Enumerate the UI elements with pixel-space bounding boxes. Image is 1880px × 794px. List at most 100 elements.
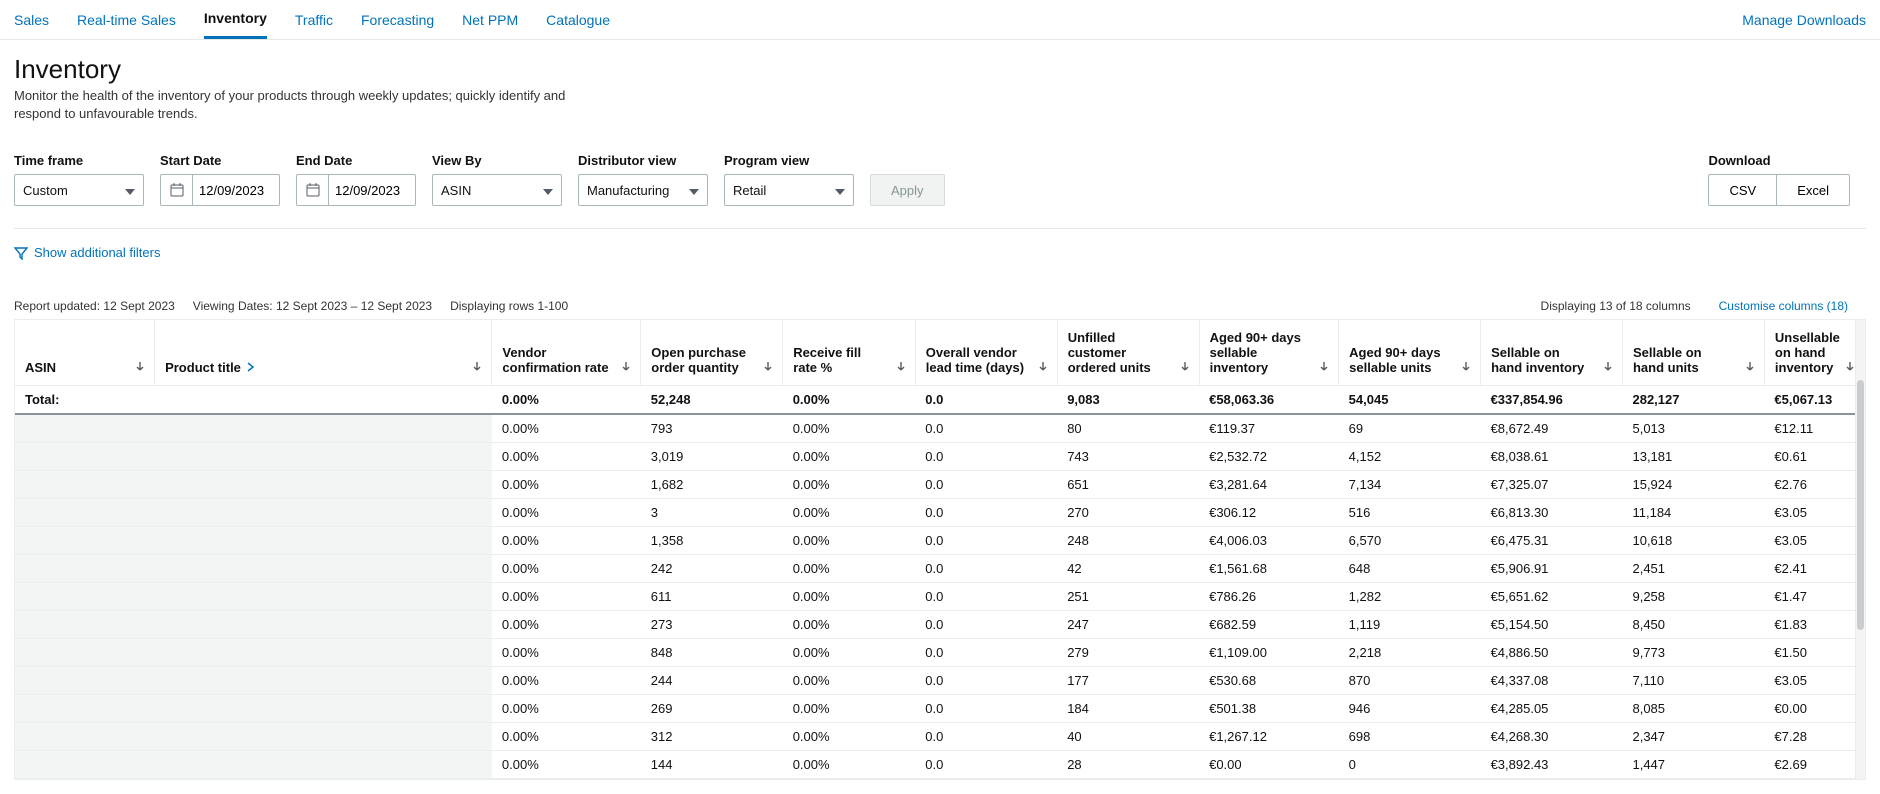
table-row: 0.00%2730.00%0.0247€682.591,119€5,154.50… xyxy=(15,610,1865,638)
vertical-scrollbar[interactable] xyxy=(1855,320,1865,779)
cell-uoh: €1.47 xyxy=(1764,582,1864,610)
sort-icon[interactable] xyxy=(1744,360,1756,375)
caret-down-icon xyxy=(835,183,845,198)
tab-traffic[interactable]: Traffic xyxy=(295,2,333,38)
cell-asin xyxy=(15,414,155,443)
cell-a90u: 4,152 xyxy=(1339,442,1481,470)
col-uoh[interactable]: Unsellable on hand inventory xyxy=(1764,320,1864,386)
cell-soh: €337,854.96 xyxy=(1481,385,1623,414)
cell-sohu: 1,447 xyxy=(1622,750,1764,778)
col-title[interactable]: Product title xyxy=(155,320,492,386)
cell-a90u: 7,134 xyxy=(1339,470,1481,498)
cell-unf: 651 xyxy=(1057,470,1199,498)
tab-inventory[interactable]: Inventory xyxy=(204,0,267,39)
sort-icon[interactable] xyxy=(1460,360,1472,375)
calendar-icon[interactable] xyxy=(161,175,193,205)
cell-ovl: 0.0 xyxy=(915,610,1057,638)
start-date-field[interactable] xyxy=(193,183,273,198)
start-date-input[interactable] xyxy=(160,174,280,206)
viewby-value: ASIN xyxy=(441,183,471,198)
cell-soh: €6,475.31 xyxy=(1481,526,1623,554)
sort-icon[interactable] xyxy=(471,360,483,375)
sort-icon[interactable] xyxy=(1602,360,1614,375)
cell-vcr: 0.00% xyxy=(492,582,641,610)
apply-button[interactable]: Apply xyxy=(870,174,945,206)
cell-unf: 40 xyxy=(1057,722,1199,750)
cell-a90u: 0 xyxy=(1339,750,1481,778)
sort-icon[interactable] xyxy=(895,360,907,375)
sort-icon[interactable] xyxy=(762,360,774,375)
cell-rf: 0.00% xyxy=(783,666,916,694)
sort-icon[interactable] xyxy=(620,360,632,375)
cell-a90u: 870 xyxy=(1339,666,1481,694)
cell-a90i: €0.00 xyxy=(1199,750,1339,778)
cell-open: 3 xyxy=(641,498,783,526)
program-label: Program view xyxy=(724,153,854,168)
cell-sohu: 15,924 xyxy=(1622,470,1764,498)
table-row: 0.00%30.00%0.0270€306.12516€6,813.3011,1… xyxy=(15,498,1865,526)
csv-button[interactable]: CSV xyxy=(1708,174,1777,206)
cell-a90i: €3,281.64 xyxy=(1199,470,1339,498)
cell-rf: 0.00% xyxy=(783,750,916,778)
cell-ovl: 0.0 xyxy=(915,385,1057,414)
cell-sohu: 2,451 xyxy=(1622,554,1764,582)
cell-title xyxy=(155,638,492,666)
timeframe-value: Custom xyxy=(23,183,68,198)
tab-real-time-sales[interactable]: Real-time Sales xyxy=(77,2,176,38)
cell-asin xyxy=(15,666,155,694)
end-date-input[interactable] xyxy=(296,174,416,206)
sort-icon[interactable] xyxy=(134,360,146,375)
tab-sales[interactable]: Sales xyxy=(14,2,49,38)
manage-downloads-link[interactable]: Manage Downloads xyxy=(1742,12,1866,28)
cell-uoh: €12.11 xyxy=(1764,414,1864,443)
col-a90i[interactable]: Aged 90+ days sellable inventory xyxy=(1199,320,1339,386)
end-date-field[interactable] xyxy=(329,183,409,198)
col-vcr[interactable]: Vendor confirmation rate xyxy=(492,320,641,386)
caret-down-icon xyxy=(543,183,553,198)
start-date-label: Start Date xyxy=(160,153,280,168)
tab-forecasting[interactable]: Forecasting xyxy=(361,2,434,38)
cell-vcr: 0.00% xyxy=(492,750,641,778)
show-additional-filters[interactable]: Show additional filters xyxy=(14,245,160,260)
sort-icon[interactable] xyxy=(1179,360,1191,375)
cell-asin xyxy=(15,526,155,554)
cell-rf: 0.00% xyxy=(783,722,916,750)
distributor-value: Manufacturing xyxy=(587,183,669,198)
cell-asin: Total: xyxy=(15,385,155,414)
sort-icon[interactable] xyxy=(1318,360,1330,375)
excel-button[interactable]: Excel xyxy=(1777,174,1850,206)
scrollbar-thumb[interactable] xyxy=(1857,380,1864,630)
col-unf[interactable]: Unfilled customer ordered units xyxy=(1057,320,1199,386)
col-soh[interactable]: Sellable on hand inventory xyxy=(1481,320,1623,386)
calendar-icon[interactable] xyxy=(297,175,329,205)
cell-soh: €5,906.91 xyxy=(1481,554,1623,582)
cell-uoh: €0.61 xyxy=(1764,442,1864,470)
viewby-select[interactable]: ASIN xyxy=(432,174,562,206)
col-ovl[interactable]: Overall vendor lead time (days) xyxy=(915,320,1057,386)
cell-a90i: €4,006.03 xyxy=(1199,526,1339,554)
tab-net-ppm[interactable]: Net PPM xyxy=(462,2,518,38)
customise-columns-link[interactable]: Customise columns (18) xyxy=(1719,299,1848,313)
cell-open: 3,019 xyxy=(641,442,783,470)
distributor-select[interactable]: Manufacturing xyxy=(578,174,708,206)
cell-vcr: 0.00% xyxy=(492,610,641,638)
col-rf[interactable]: Receive fill rate % xyxy=(783,320,916,386)
cell-vcr: 0.00% xyxy=(492,554,641,582)
timeframe-select[interactable]: Custom xyxy=(14,174,144,206)
filter-icon xyxy=(14,246,28,260)
cell-a90i: €530.68 xyxy=(1199,666,1339,694)
cell-soh: €7,325.07 xyxy=(1481,470,1623,498)
cell-ovl: 0.0 xyxy=(915,638,1057,666)
col-asin[interactable]: ASIN xyxy=(15,320,155,386)
col-a90u[interactable]: Aged 90+ days sellable units xyxy=(1339,320,1481,386)
table-row: 0.00%2440.00%0.0177€530.68870€4,337.087,… xyxy=(15,666,1865,694)
sort-icon[interactable] xyxy=(1037,360,1049,375)
tab-catalogue[interactable]: Catalogue xyxy=(546,2,610,38)
col-open[interactable]: Open purchase order quantity xyxy=(641,320,783,386)
program-select[interactable]: Retail xyxy=(724,174,854,206)
show-additional-filters-label: Show additional filters xyxy=(34,245,160,260)
cell-open: 1,682 xyxy=(641,470,783,498)
cell-soh: €6,813.30 xyxy=(1481,498,1623,526)
cell-uoh: €3.05 xyxy=(1764,498,1864,526)
col-sohu[interactable]: Sellable on hand units xyxy=(1622,320,1764,386)
